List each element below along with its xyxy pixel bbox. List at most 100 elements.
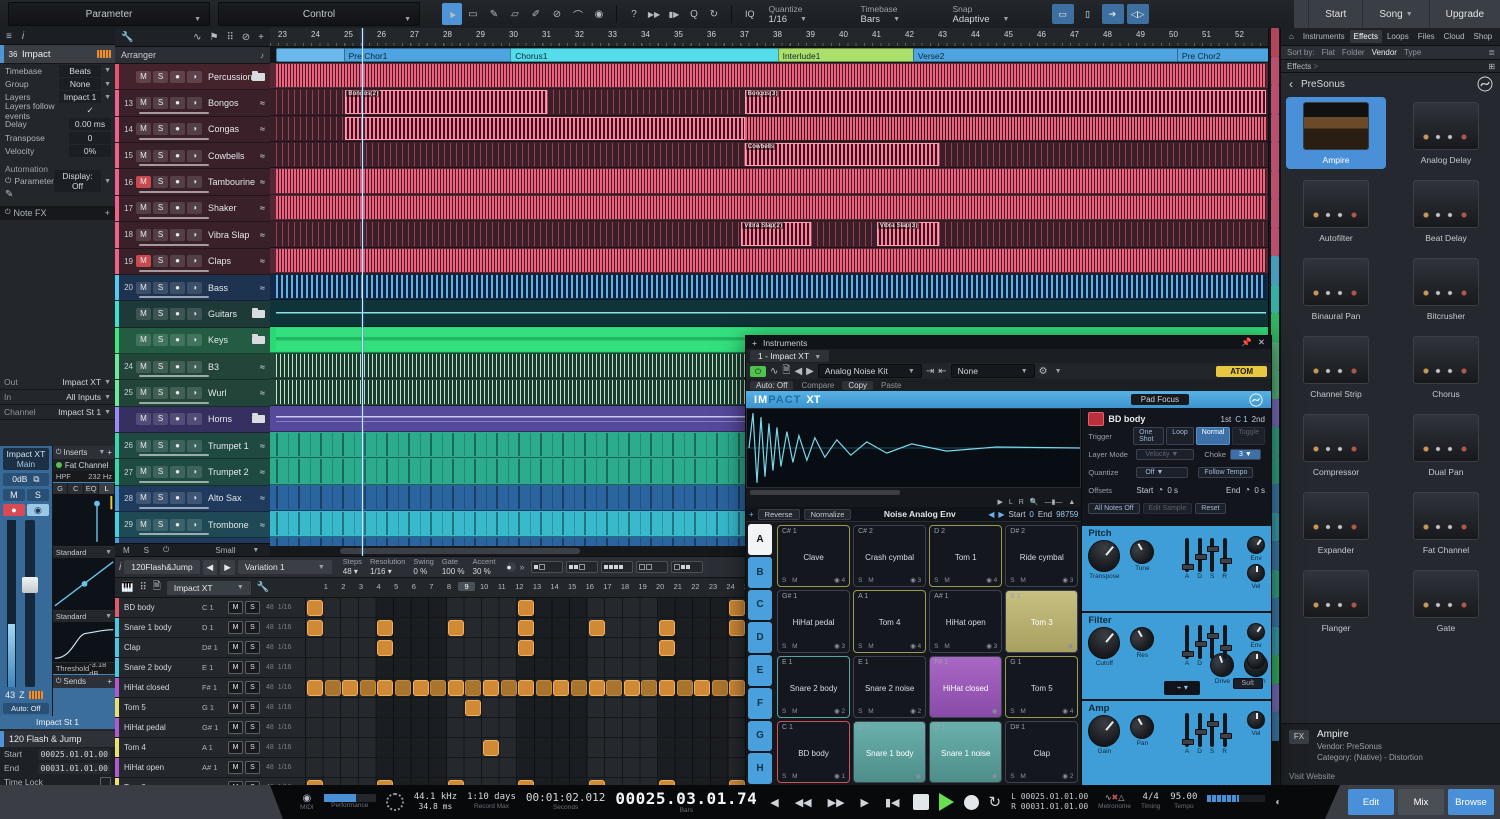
bars-display[interactable]: 00025.03.01.74Bars xyxy=(615,790,757,815)
row-solo-button[interactable]: S xyxy=(245,621,260,634)
step-hit-1[interactable] xyxy=(307,600,323,616)
inserts-header[interactable]: ⏻ Inserts ▼+ xyxy=(53,446,115,459)
param-value[interactable]: 30 % xyxy=(473,567,496,576)
track-row-bongos[interactable]: 13MS●◑Bongos≈ xyxy=(115,90,270,116)
step-hit-25[interactable] xyxy=(729,680,745,696)
seconds-display[interactable]: 00:01:02.012Seconds xyxy=(526,792,605,811)
solo-button[interactable]: S xyxy=(153,492,168,504)
list-view-icon[interactable]: ≣ xyxy=(1488,48,1495,57)
bank-b[interactable]: B xyxy=(748,557,772,588)
audio-clip[interactable]: Cowbells xyxy=(745,143,940,166)
pad-solo-mute[interactable]: S M xyxy=(1010,773,1028,780)
slider-handle[interactable] xyxy=(1195,554,1207,560)
slider-a[interactable]: A xyxy=(1185,713,1189,755)
trigger-normal[interactable]: Normal xyxy=(1196,427,1231,445)
pad-ride-cymbal[interactable]: D# 2Ride cymbalS M◉ 3 xyxy=(1005,525,1078,587)
pattern-preset-chip[interactable] xyxy=(531,561,563,573)
monitor-button[interactable]: ◑ xyxy=(187,492,202,504)
mute-button[interactable]: M xyxy=(136,255,151,267)
row-solo-button[interactable]: S xyxy=(245,741,260,754)
solo-button[interactable]: S xyxy=(153,519,168,531)
range-tool[interactable]: ▭ xyxy=(463,3,483,25)
arranger-section-interlude1[interactable]: Interlude1 xyxy=(778,48,916,62)
monitor-button[interactable]: ◑ xyxy=(187,123,202,135)
slider-handle[interactable] xyxy=(1182,564,1194,570)
mute-button[interactable]: M xyxy=(136,123,151,135)
drum-grid-icon[interactable]: ⠿ xyxy=(139,582,146,593)
step-number-10[interactable]: 10 xyxy=(475,582,493,591)
vel-knob[interactable]: Vel xyxy=(1247,651,1265,677)
record-arm-button[interactable]: ● xyxy=(170,413,185,425)
step-hit-4[interactable] xyxy=(360,680,376,696)
prev-bar-button[interactable]: ◀ xyxy=(767,796,781,809)
track-row-percussion[interactable]: MS●◑Percussion xyxy=(115,64,270,90)
row-mute-button[interactable]: M xyxy=(228,701,243,714)
slider-track[interactable] xyxy=(1223,538,1227,572)
pattern-row-label[interactable]: Snare 2 bodyE 1MS481/16 xyxy=(115,658,306,677)
arranger-section-pre-chor1[interactable]: Pre Chor1 xyxy=(344,48,513,62)
event-row-end[interactable]: End00031.01.01.00 xyxy=(0,761,115,775)
export-icon[interactable]: ⇥ xyxy=(926,366,934,377)
plugin-tile-beat-delay[interactable]: Beat Delay xyxy=(1396,175,1496,247)
arranger-track-header[interactable]: Arranger ♪ xyxy=(115,47,270,64)
pattern-row-name[interactable]: HiHat closed xyxy=(119,683,202,692)
channel-l-button[interactable]: L xyxy=(1009,499,1013,506)
home-icon[interactable]: ⌂ xyxy=(1285,30,1298,43)
pad-snare-2-body[interactable]: E 1Snare 2 bodyS M◉ 2 xyxy=(777,656,850,718)
track-row-tambourine[interactable]: 16MS●◑Tambourine≈ xyxy=(115,169,270,195)
row-solo-button[interactable]: S xyxy=(245,601,260,614)
bank-a[interactable]: A xyxy=(748,524,772,555)
transpose-knob[interactable]: Transpose xyxy=(1088,540,1120,580)
param-value[interactable]: 48 ▾ xyxy=(343,567,362,576)
slider-a[interactable]: A xyxy=(1185,538,1189,580)
pad-solo-mute[interactable]: S M xyxy=(858,577,876,584)
plugin-tile-compressor[interactable]: Compressor xyxy=(1286,409,1386,481)
sample-waveform-display[interactable] xyxy=(746,408,1081,488)
volume-slider[interactable] xyxy=(139,533,209,535)
step-number-8[interactable]: 8 xyxy=(440,582,458,591)
step-hit-3[interactable] xyxy=(342,680,358,696)
knob-dial[interactable] xyxy=(1243,532,1268,557)
slider-track[interactable] xyxy=(1210,625,1214,659)
knob-dial[interactable] xyxy=(1247,651,1265,669)
solo-button[interactable]: S xyxy=(153,229,168,241)
slider-d[interactable]: D xyxy=(1197,538,1202,580)
add-send-icon[interactable]: + xyxy=(107,677,112,686)
snap-toggle-icon[interactable]: ▭ xyxy=(1052,4,1074,24)
record-arm-button[interactable]: ● xyxy=(170,466,185,478)
solo-button[interactable]: S xyxy=(153,413,168,425)
slider-track[interactable] xyxy=(1185,625,1189,659)
tab-effects[interactable]: Effects xyxy=(1350,30,1382,43)
note-fx-header[interactable]: ⏻ Note FX + xyxy=(0,206,115,220)
step-hit-9[interactable] xyxy=(448,620,464,636)
pattern-preset-chip[interactable] xyxy=(636,561,668,573)
track-name[interactable]: Horns xyxy=(208,414,252,424)
step-hit-22[interactable] xyxy=(677,680,693,696)
pin-icon[interactable]: 📌 xyxy=(1241,337,1252,348)
eq-graph[interactable] xyxy=(53,494,115,547)
inspector-row-value[interactable]: ✓ xyxy=(69,104,111,117)
add-note-fx-icon[interactable]: + xyxy=(105,208,110,218)
loop-range-display[interactable]: L 00025.01.01.00 R 00031.01.01.00 xyxy=(1011,792,1088,813)
amp-zoom-icon[interactable]: ▲ xyxy=(1068,499,1075,506)
sort-option-vendor[interactable]: Vendor xyxy=(1372,48,1397,57)
trigger-one-shot[interactable]: One Shot xyxy=(1133,427,1164,445)
grid-view-icon[interactable]: ⊞ xyxy=(1488,62,1495,71)
step-number-18[interactable]: 18 xyxy=(616,582,634,591)
monitor-button[interactable]: ◑ xyxy=(187,97,202,109)
inspector-row-value[interactable]: 0.00 ms xyxy=(69,118,111,130)
parameter-dropdown[interactable]: Parameter ▼ xyxy=(8,2,210,26)
marker-flag-icon[interactable]: ⚑ xyxy=(209,32,218,43)
slider-s[interactable]: S xyxy=(1210,538,1214,580)
solo-button[interactable]: S xyxy=(153,308,168,320)
file-icon[interactable]: 🗎 xyxy=(153,579,161,596)
pattern-param-accent[interactable]: Accent30 % xyxy=(473,558,496,576)
trigger-loop[interactable]: Loop xyxy=(1166,427,1194,445)
pad-snare-2-noise[interactable]: E 1Snare 2 noiseS M◉ 2 xyxy=(853,656,926,718)
step-number-9[interactable]: 9 xyxy=(458,582,476,591)
pattern-row-label[interactable]: HiHat pedalG# 1MS481/16 xyxy=(115,718,306,737)
knob-dial[interactable] xyxy=(1082,708,1127,753)
solo-button[interactable]: S xyxy=(153,255,168,267)
audio-clip[interactable]: Bongos(2) xyxy=(345,90,546,113)
solo-button[interactable]: S xyxy=(153,202,168,214)
